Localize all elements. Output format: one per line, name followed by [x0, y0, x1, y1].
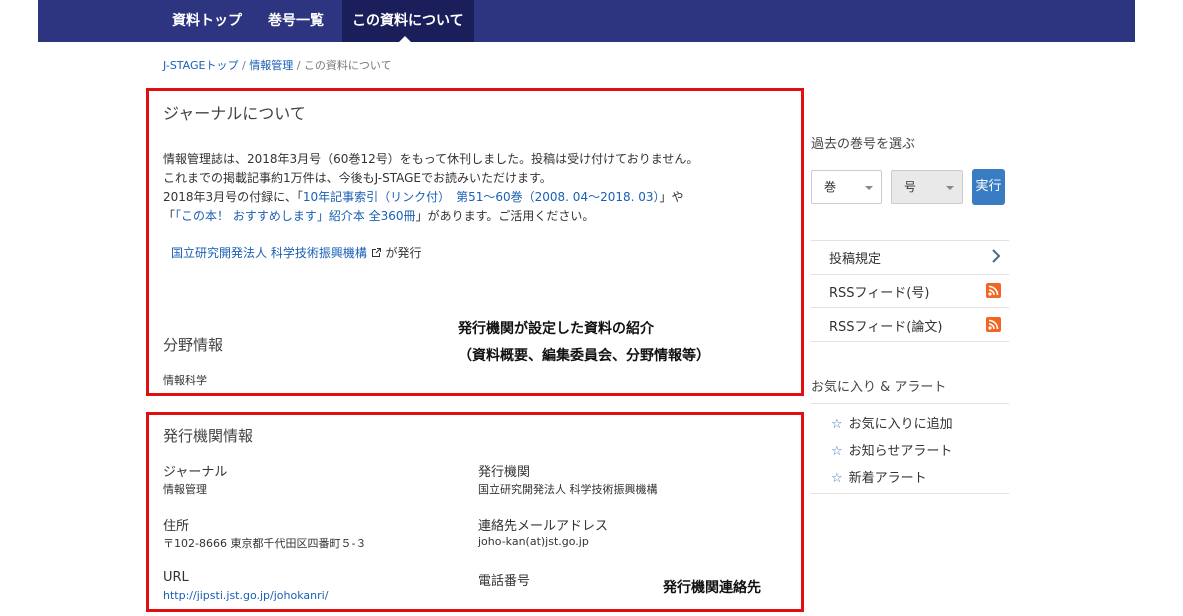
breadcrumb-separator: / [296, 59, 301, 72]
rss-icon [986, 317, 1001, 332]
star-outline-icon: ☆ [831, 417, 843, 432]
breadcrumb: J-STAGEトップ / 情報管理 / この資料について [163, 57, 392, 73]
address-label: 住所 [163, 519, 190, 534]
rss-article-label: RSSフィード(論文) [829, 320, 943, 335]
nav-issue-list[interactable]: 巻号一覧 [258, 0, 334, 42]
new-arrival-alert-link[interactable]: ☆ 新着アラート [831, 467, 927, 486]
line4-prefix: 「 [163, 209, 176, 223]
journal-label: ジャーナル [163, 465, 228, 480]
breadcrumb-separator: / [241, 59, 246, 72]
publisher-suffix: が発行 [385, 246, 422, 260]
url-label: URL [163, 570, 189, 585]
annotation-intro-line1: 発行機関が設定した資料の紹介 [458, 321, 654, 337]
chevron-down-icon [865, 186, 873, 190]
nav-journal-top[interactable]: 資料トップ [162, 0, 252, 42]
field-info-title: 分野情報 [163, 336, 224, 354]
journal-description-line3: 2018年3月号の付録に、「10年記事索引（リンク付） 第51～60巻（2008… [163, 188, 684, 207]
organization-label: 発行機関 [478, 465, 531, 480]
submission-rules-label: 投稿規定 [829, 252, 882, 267]
sidebar-link-rss-issue[interactable]: RSSフィード(号) [811, 274, 1009, 308]
volume-select-value: 巻 [824, 180, 837, 194]
star-outline-icon: ☆ [831, 471, 843, 486]
journal-value: 情報管理 [163, 483, 207, 496]
recommended-books-link[interactable]: 「この本！ おすすめします」紹介本 全360冊 [175, 209, 416, 223]
issue-select[interactable]: 号 [891, 170, 963, 204]
sidebar-link-rss-article[interactable]: RSSフィード(論文) [811, 308, 1009, 342]
favorites-alerts-title: お気に入り & アラート [811, 380, 947, 395]
add-favorite-link[interactable]: ☆ お気に入りに追加 [831, 413, 953, 432]
star-outline-icon: ☆ [831, 444, 843, 459]
add-favorite-label: お気に入りに追加 [848, 417, 953, 432]
line4-suffix: 」があります。ご活用ください。 [415, 209, 595, 223]
sidebar-divider [811, 493, 1009, 494]
breadcrumb-home-link[interactable]: J-STAGEトップ [163, 59, 238, 72]
publisher-line: 国立研究開発法人 科学技術振興機構 が発行 [171, 244, 422, 264]
external-link-icon [371, 245, 382, 264]
annotation-contact: 発行機関連絡先 [663, 580, 761, 596]
journal-description-line1: 情報管理誌は、2018年3月号（60巻12号）をもって休刊しました。投稿は受け付… [163, 152, 699, 166]
chevron-down-icon [946, 186, 954, 190]
line3-prefix: 2018年3月号の付録に、「 [163, 190, 303, 204]
active-tab-caret [399, 36, 411, 42]
issue-select-value: 号 [904, 180, 917, 194]
volume-select[interactable]: 巻 [811, 170, 882, 204]
field-info-value: 情報科学 [163, 374, 207, 387]
breadcrumb-journal-link[interactable]: 情報管理 [249, 59, 293, 72]
address-value: 〒102-8666 東京都千代田区四番町５-３ [163, 537, 367, 550]
journal-description-line2: これまでの掲載記事約1万件は、今後もJ-STAGEでお読みいただけます。 [163, 171, 552, 185]
notice-alert-label: お知らせアラート [848, 444, 953, 459]
email-label: 連絡先メールアドレス [478, 519, 609, 534]
rss-icon [986, 283, 1001, 298]
line3-suffix: 」や [659, 190, 684, 204]
organization-value: 国立研究開発法人 科学技術振興機構 [478, 483, 658, 496]
journal-description-line4: 「「この本！ おすすめします」紹介本 全360冊」があります。ご活用ください。 [163, 207, 594, 226]
sidebar-link-submission-rules[interactable]: 投稿規定 [811, 240, 1009, 275]
publisher-url-link[interactable]: http://jipsti.jst.go.jp/johokanri/ [163, 589, 328, 602]
article-index-link[interactable]: 10年記事索引（リンク付） 第51～60巻（2008. 04～2018. 03） [303, 190, 660, 204]
new-arrival-alert-label: 新着アラート [848, 471, 927, 486]
breadcrumb-current: この資料について [303, 59, 392, 72]
go-button[interactable]: 実行 [972, 169, 1005, 205]
publisher-link[interactable]: 国立研究開発法人 科学技術振興機構 [171, 246, 367, 260]
top-nav-bar: 資料トップ 巻号一覧 この資料について [38, 0, 1135, 42]
publisher-section-title: 発行機関情報 [163, 427, 254, 445]
past-issues-label: 過去の巻号を選ぶ [811, 137, 916, 152]
journal-section-title: ジャーナルについて [163, 104, 306, 123]
rss-issue-label: RSSフィード(号) [829, 286, 930, 301]
phone-label: 電話番号 [478, 574, 531, 589]
chevron-right-icon [991, 249, 1001, 267]
favorites-alerts-header: お気に入り & アラート [811, 374, 1009, 404]
annotation-intro-line2: （資料概要、編集委員会、分野情報等） [458, 348, 710, 364]
notice-alert-link[interactable]: ☆ お知らせアラート [831, 440, 952, 459]
email-value: joho-kan(at)jst.go.jp [478, 535, 589, 548]
